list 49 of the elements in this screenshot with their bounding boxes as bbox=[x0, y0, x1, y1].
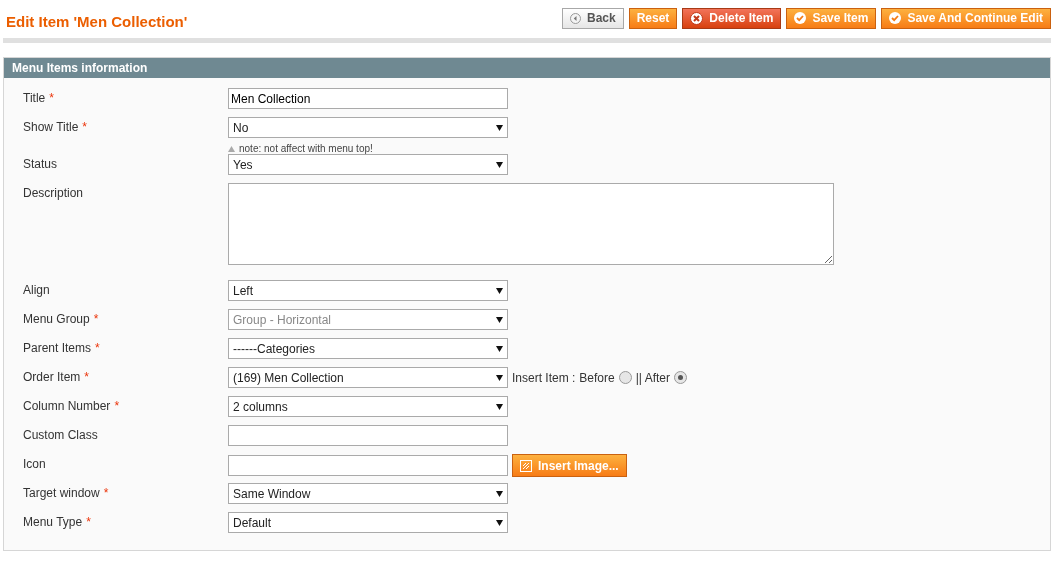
field-label: Column Number * bbox=[23, 398, 121, 413]
triangle-icon bbox=[228, 145, 235, 152]
back-button[interactable]: Back bbox=[562, 7, 624, 29]
dropdown[interactable]: (169) Men Collection bbox=[228, 367, 508, 388]
field-label: Target window * bbox=[23, 485, 110, 500]
field-label: Status bbox=[23, 156, 59, 171]
insert-label: Insert Item : bbox=[512, 370, 576, 385]
caret-icon bbox=[496, 161, 503, 168]
dropdown[interactable]: Same Window bbox=[228, 483, 508, 504]
close-icon bbox=[690, 11, 704, 25]
section-header: Menu Items information bbox=[4, 58, 1050, 78]
field-label: Show Title * bbox=[23, 119, 89, 134]
caret-icon bbox=[496, 316, 503, 323]
dropdown[interactable]: No bbox=[228, 117, 508, 138]
field-label: Description bbox=[23, 185, 85, 200]
caret-icon bbox=[496, 345, 503, 352]
field-label: Menu Group * bbox=[23, 311, 100, 326]
field-label: Menu Type * bbox=[23, 514, 92, 529]
field-label: Icon bbox=[23, 456, 47, 471]
dropdown[interactable]: Default bbox=[228, 512, 508, 533]
caret-icon bbox=[496, 287, 503, 294]
dropdown[interactable]: 2 columns bbox=[228, 396, 508, 417]
dropdown[interactable]: ------Categories bbox=[228, 338, 508, 359]
text-field[interactable] bbox=[228, 425, 508, 446]
field-note: note: not affect with menu top! bbox=[228, 143, 1050, 154]
text-field[interactable] bbox=[228, 455, 508, 476]
checkmark-icon bbox=[889, 12, 902, 24]
dropdown[interactable]: Left bbox=[228, 280, 508, 301]
caret-icon bbox=[496, 124, 503, 131]
description-field[interactable] bbox=[228, 183, 834, 265]
caret-icon bbox=[496, 403, 503, 410]
caret-icon bbox=[496, 490, 503, 497]
caret-icon bbox=[496, 519, 503, 526]
radio-label: Before bbox=[579, 370, 615, 385]
page-title: Edit Item 'Men Collection' bbox=[6, 12, 188, 30]
field-label: Order Item * bbox=[23, 369, 91, 384]
radio-label: || After bbox=[635, 370, 670, 385]
radio-button[interactable] bbox=[618, 371, 632, 384]
field-label: Custom Class bbox=[23, 427, 99, 442]
field-label: Title * bbox=[23, 90, 55, 105]
dropdown[interactable]: Yes bbox=[228, 154, 508, 175]
delete-button[interactable]: Delete Item bbox=[682, 7, 782, 29]
field-label: Align bbox=[23, 282, 51, 297]
text-field[interactable]: Men Collection bbox=[228, 88, 508, 109]
checkmark-icon bbox=[794, 12, 807, 24]
radio-button[interactable] bbox=[673, 371, 687, 384]
field-label: Parent Items * bbox=[23, 340, 101, 355]
caret-icon bbox=[496, 374, 503, 381]
image-icon bbox=[520, 459, 532, 472]
